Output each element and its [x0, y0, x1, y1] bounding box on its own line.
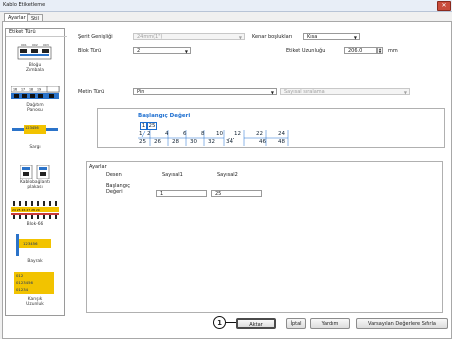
label-length-input[interactable]: 206.0 [344, 47, 377, 54]
preview-top-2: 2 [147, 131, 151, 137]
margin-label: Kenar boşlukları [252, 34, 293, 40]
preview-bottom-2: 26 [154, 139, 161, 145]
label-preview: Başlangıç Değeri 1 25 1 2 4 6 8 10 12 22… [97, 108, 445, 148]
preview-bottom-9: 48 [278, 139, 285, 145]
preview-bottom-3: 28 [172, 139, 179, 145]
svg-text:19: 19 [37, 88, 41, 92]
pattern-label: Desen [106, 172, 122, 178]
block-type-label: Blok Türü [78, 48, 102, 54]
mixed-sample-2: 0123456 [16, 280, 33, 285]
sidebar-item-punchdown[interactable]: Bloğu Zımbala [6, 63, 64, 73]
sidebar-item-patch-panel[interactable]: Dağıtım Panosu [6, 103, 64, 113]
spinner-icon[interactable]: ▲ ▼ [377, 47, 383, 54]
preview-top-7: 12 [234, 131, 241, 137]
preview-bottom-5: 32 [208, 139, 215, 145]
cancel-button[interactable]: İptal [286, 318, 306, 329]
preview-title: Başlangıç Değeri [138, 113, 191, 119]
title-bar [0, 0, 452, 12]
tape-width-select[interactable]: 24mm(1") ▼ [133, 33, 245, 40]
chevron-down-icon: ▼ [184, 49, 188, 54]
preview-top-1: 1 [139, 131, 143, 137]
flag-sample-text: 123456 [23, 241, 38, 246]
sequence-select[interactable]: Sayısal sıralama ▼ [280, 88, 410, 95]
text-type-select[interactable]: Pin ▼ [133, 88, 277, 95]
tape-width-label: Şerit Genişliği [78, 34, 113, 40]
preview-bottom-4: 30 [190, 139, 197, 145]
label-type-header: Etiket Türü [6, 29, 67, 37]
svg-text:24 25 26 27 28 29: 24 25 26 27 28 29 [12, 208, 40, 212]
chevron-down-icon: ▼ [270, 90, 274, 95]
chevron-down-icon: ▼ [353, 35, 357, 40]
preview-top-3: 4 [165, 131, 169, 137]
mixed-sample-3: 01234 [16, 287, 29, 292]
svg-text:16: 16 [13, 88, 17, 92]
wrap-sample-text: 123456 [25, 126, 39, 130]
label-length-unit: mm [388, 48, 398, 54]
text-type-label: Metin Türü [78, 89, 105, 95]
chevron-down-icon: ▼ [238, 35, 242, 40]
callout-line [226, 322, 236, 323]
start-value-label: Başlangıç Değeri [106, 183, 131, 195]
preview-box-1: 1 [140, 122, 147, 130]
preview-top-6: 10 [216, 131, 223, 137]
close-icon: ✕ [441, 2, 447, 9]
margin-select[interactable]: Kısa ▼ [303, 33, 360, 40]
label-length-label: Etiket Uzunluğu [286, 48, 326, 54]
mixed-length-icon[interactable]: 012 0123456 01234 [14, 272, 54, 294]
faceplate-icon[interactable] [19, 164, 50, 180]
sidebar-item-block66[interactable]: Blok-66 [6, 222, 64, 227]
chevron-down-icon: ▼ [403, 90, 407, 95]
callout-marker: 1 [213, 316, 226, 329]
start-value-2-input[interactable]: 25 [211, 190, 262, 197]
sidebar-item-faceplate[interactable]: Kablobağlantı plakası [6, 180, 64, 190]
block-type-select[interactable]: 2 ▼ [133, 47, 191, 54]
column2-label: Sayısal2 [217, 172, 238, 178]
preview-top-5: 8 [201, 131, 205, 137]
label-type-list[interactable]: Etiket Türü 001 002 003 Bloğu Zımbala 16 17… [5, 28, 67, 316]
patch-panel-icon[interactable]: 16 17 18 19 [10, 85, 61, 100]
preview-top-9: 24 [278, 131, 285, 137]
close-button[interactable]: ✕ [437, 1, 451, 11]
start-value-1-input[interactable]: 1 [156, 190, 207, 197]
window-title: Kablo Etiketleme [3, 2, 46, 8]
block66-icon[interactable]: 24 25 26 27 28 29 [11, 201, 61, 219]
column1-label: Sayısal1 [162, 172, 183, 178]
mixed-sample-1: 012 [16, 273, 24, 278]
preview-ellipsis: ... [228, 133, 235, 141]
preview-top-4: 6 [183, 131, 187, 137]
svg-text:18: 18 [29, 88, 33, 92]
svg-text:001: 001 [21, 43, 27, 47]
sidebar-item-wrap[interactable]: Sargı [6, 145, 64, 150]
preview-box-2: 25 [147, 122, 157, 130]
reset-defaults-button[interactable]: Varsayılan Değerlere Sıfırla [356, 318, 448, 329]
svg-text:003: 003 [43, 43, 49, 47]
settings-group [86, 161, 443, 313]
punchdown-block-icon[interactable]: 001 002 003 [16, 42, 53, 62]
svg-text:002: 002 [32, 43, 38, 47]
svg-text:17: 17 [21, 88, 25, 92]
help-button[interactable]: Yardım [310, 318, 350, 329]
preview-top-8: 22 [256, 131, 263, 137]
preview-bottom-8: 46 [259, 139, 266, 145]
apply-button[interactable]: Aktar [236, 318, 276, 329]
sidebar-item-flag[interactable]: Bayrak [6, 259, 64, 264]
sidebar-item-mixed-length[interactable]: Karışık Uzunluk [6, 297, 64, 307]
preview-bottom-1: 25 [139, 139, 146, 145]
settings-title: Ayarlar [89, 164, 107, 170]
